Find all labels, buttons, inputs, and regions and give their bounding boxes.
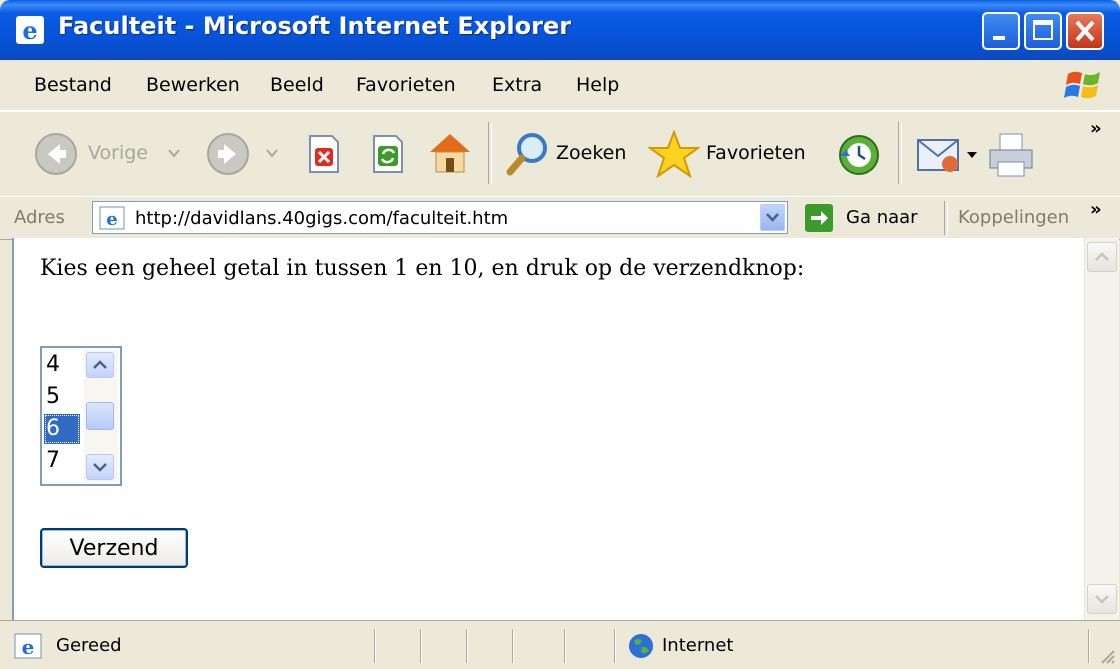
list-option[interactable]: 7 [44, 446, 80, 476]
list-option[interactable]: 5 [44, 382, 80, 412]
page-prompt: Kies een geheel getal in tussen 1 en 10,… [40, 256, 805, 281]
status-separator [564, 629, 566, 663]
favorites-star-icon[interactable] [648, 130, 700, 178]
chevron-down-icon [766, 213, 779, 222]
chevron-down-icon [93, 463, 107, 472]
chevron-down-icon [1095, 595, 1109, 604]
search-label[interactable]: Zoeken [556, 142, 626, 164]
address-url[interactable]: http://davidlans.40gigs.com/faculteit.ht… [135, 208, 508, 229]
menu-favorieten[interactable]: Favorieten [356, 74, 456, 96]
svg-text:e: e [22, 16, 37, 45]
window-title: Faculteit - Microsoft Internet Explorer [58, 12, 572, 40]
address-input[interactable]: e http://davidlans.40gigs.com/faculteit.… [92, 201, 788, 234]
chevron-up-icon [1095, 252, 1109, 261]
menu-bar: Bestand Bewerken Beeld Favorieten Extra … [0, 60, 1120, 111]
chevron-up-icon [93, 360, 107, 369]
status-separator [466, 629, 468, 663]
back-label[interactable]: Vorige [88, 142, 148, 164]
security-zone-label: Internet [662, 635, 734, 656]
close-button[interactable] [1066, 12, 1104, 50]
windows-logo-icon [1064, 71, 1100, 99]
links-label[interactable]: Koppelingen [958, 207, 1069, 228]
go-arrow-icon[interactable] [804, 203, 834, 233]
list-option-selected[interactable]: 6 [44, 414, 80, 444]
forward-arrow-icon[interactable] [206, 132, 250, 176]
listbox-scrollbar[interactable] [84, 350, 118, 482]
number-listbox[interactable]: 4 5 6 7 [40, 346, 122, 486]
ie-icon: e [16, 16, 44, 45]
globe-icon [629, 634, 653, 658]
status-separator [512, 629, 514, 663]
browser-window: e Faculteit - Microsoft Internet Explore… [0, 0, 1120, 669]
home-icon[interactable] [426, 130, 474, 176]
page-scrollbar[interactable] [1084, 238, 1119, 620]
chevron-down-icon[interactable] [168, 148, 180, 158]
submit-button[interactable]: Verzend [40, 528, 188, 568]
status-separator [614, 629, 616, 663]
links-more-icon[interactable]: » [1090, 199, 1102, 220]
svg-text:e: e [22, 635, 35, 659]
page-icon: e [99, 206, 125, 230]
address-dropdown-button[interactable] [760, 204, 785, 231]
toolbar-more-icon[interactable]: » [1090, 118, 1102, 139]
history-icon[interactable] [836, 132, 882, 178]
back-arrow-icon[interactable] [34, 132, 78, 176]
maximize-button[interactable] [1024, 12, 1062, 50]
go-button-label[interactable]: Ga naar [846, 207, 918, 228]
chevron-down-icon[interactable] [266, 148, 278, 158]
status-text: Gereed [56, 635, 122, 656]
page-content: Kies een geheel getal in tussen 1 en 10,… [12, 238, 1086, 620]
scroll-up-button[interactable] [1087, 242, 1117, 272]
page-status-icon: e [14, 633, 42, 659]
toolbar-separator [898, 122, 902, 184]
status-separator [420, 629, 422, 663]
status-bar: e Gereed Internet [0, 620, 1120, 669]
menu-beeld[interactable]: Beeld [270, 74, 324, 96]
print-icon[interactable] [986, 132, 1036, 178]
address-bar: Adres e http://davidlans.40gigs.com/facu… [0, 196, 1120, 240]
menu-bestand[interactable]: Bestand [34, 74, 112, 96]
address-label: Adres [14, 207, 65, 228]
status-separator [374, 629, 376, 663]
minimize-button[interactable] [982, 12, 1020, 50]
favorites-label[interactable]: Favorieten [706, 142, 806, 164]
list-option[interactable]: 4 [44, 350, 80, 380]
menu-extra[interactable]: Extra [492, 74, 542, 96]
svg-text:e: e [106, 209, 117, 230]
address-separator [944, 201, 948, 235]
menu-help[interactable]: Help [576, 74, 619, 96]
listbox-scroll-down-button[interactable] [86, 454, 114, 480]
listbox-scroll-thumb[interactable] [86, 402, 114, 430]
refresh-icon[interactable] [368, 134, 408, 174]
scroll-down-button[interactable] [1087, 584, 1117, 614]
resize-grip-icon[interactable] [1098, 647, 1116, 665]
toolbar-separator [488, 122, 492, 184]
status-separator [1088, 629, 1090, 663]
stop-icon[interactable] [304, 134, 344, 174]
chevron-down-icon[interactable] [966, 150, 978, 160]
search-icon[interactable] [504, 130, 550, 178]
menu-bewerken[interactable]: Bewerken [146, 74, 240, 96]
standard-toolbar: Vorige Zoeken Favorieten » [0, 111, 1120, 197]
mail-icon[interactable] [916, 134, 964, 174]
title-bar[interactable]: e Faculteit - Microsoft Internet Explore… [0, 0, 1120, 60]
listbox-scroll-up-button[interactable] [86, 352, 114, 378]
